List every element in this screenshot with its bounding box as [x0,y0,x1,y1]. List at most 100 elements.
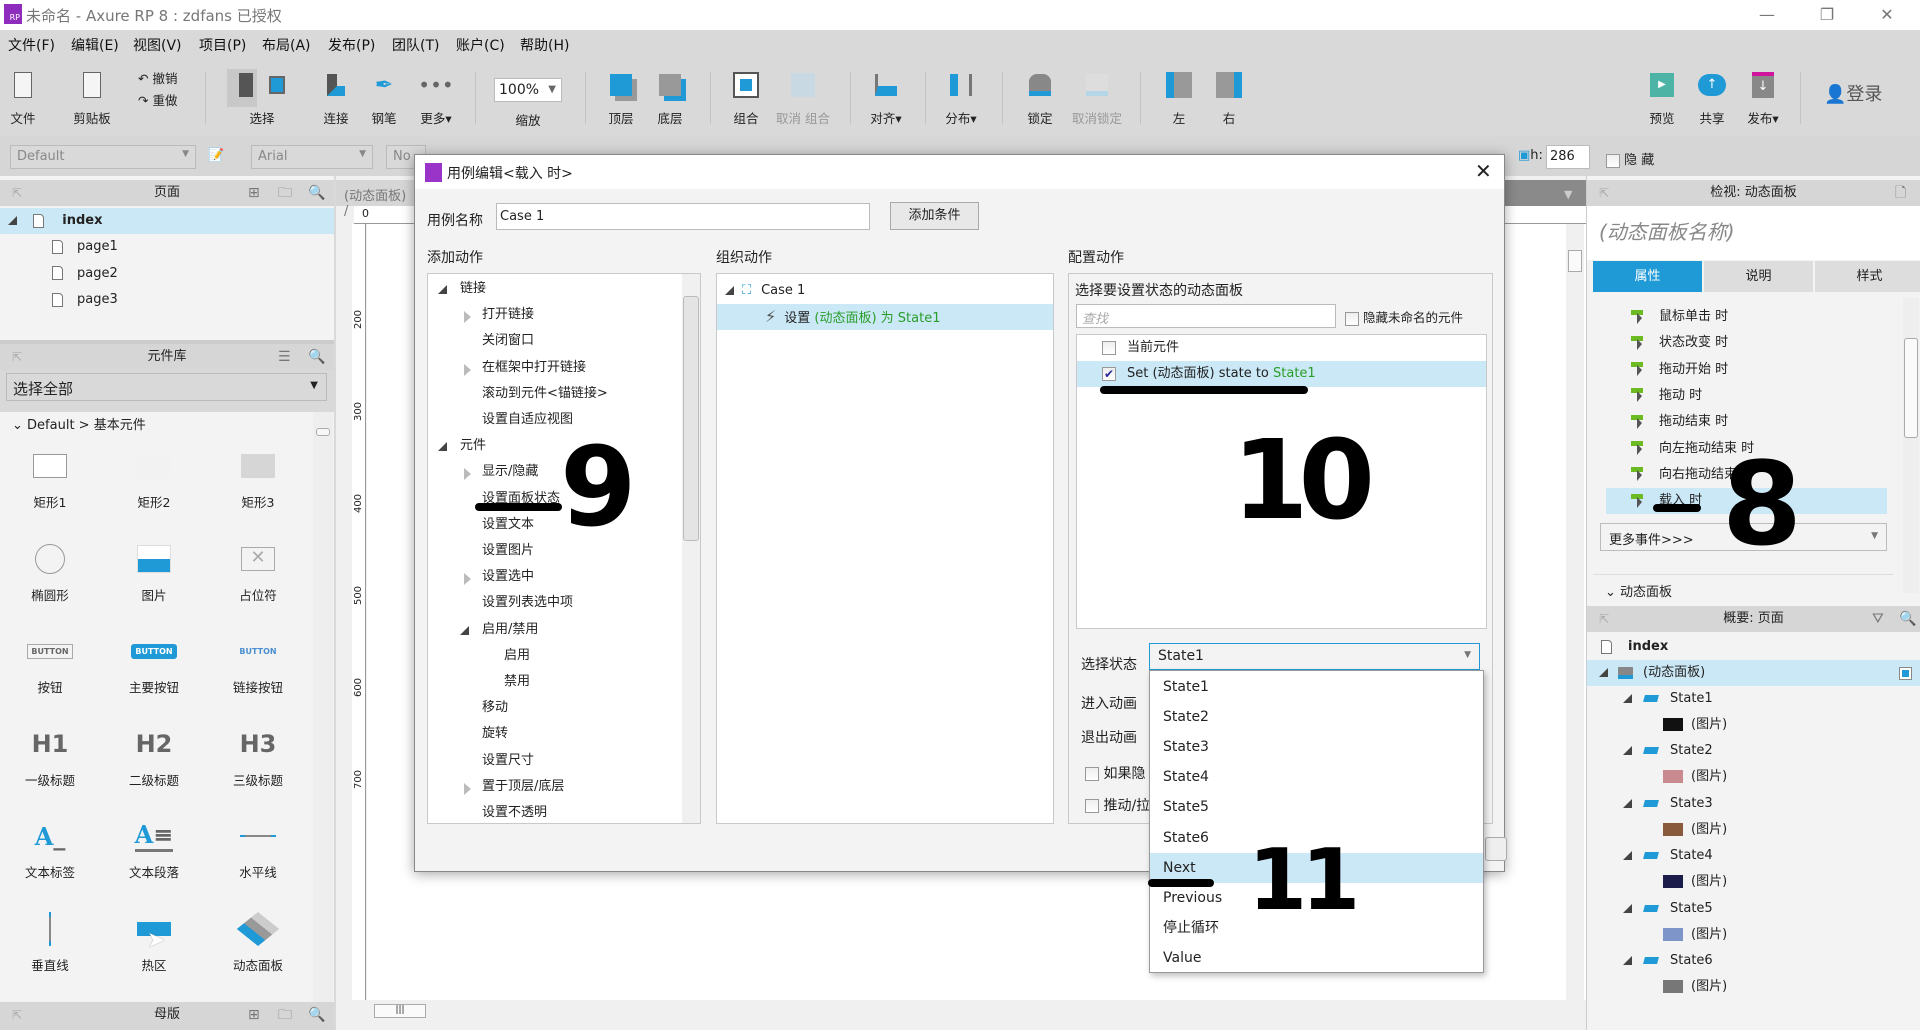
state-option[interactable]: State3 [1150,732,1483,762]
expand-icon[interactable] [464,468,471,481]
hide-unnamed-check[interactable] [1345,311,1359,326]
collapse-icon[interactable] [1623,746,1632,756]
action-item[interactable]: 在框架中打开链接 [428,355,678,381]
action-item[interactable]: 启用 [428,643,678,669]
actions-scrollbar[interactable] [682,274,700,823]
notes-page-icon[interactable]: 🗋 [1895,180,1906,206]
action-item[interactable]: 关闭窗口 [428,328,678,354]
menu-item[interactable]: 帮助(H) [520,35,569,55]
add-page-icon[interactable]: ⊞ [248,180,260,206]
collapse-icon[interactable] [1623,851,1632,861]
outline-page[interactable]: index [1587,634,1920,660]
hidden-checkbox[interactable]: 隐 藏 [1606,149,1654,168]
outline-image[interactable]: (图片) [1587,922,1920,948]
redo-button[interactable]: ↷ 重做 [138,90,177,109]
current-widget-check[interactable] [1102,340,1116,355]
minimize-button[interactable]: — [1745,2,1789,28]
action-item[interactable]: 设置自适应视图 [428,407,678,433]
action-item[interactable]: 设置不透明 [428,800,678,823]
page-item[interactable]: page1 [0,234,334,260]
widget-item[interactable]: ✕ 占位符 [208,539,308,604]
outline-image[interactable]: (图片) [1587,974,1920,1000]
widget-item[interactable]: 矩形1 [0,446,100,511]
canvas-tab[interactable]: (动态面板) / [336,180,416,219]
action-item[interactable]: 打开链接 [428,302,678,328]
widget-item[interactable]: 动态面板 [208,909,308,974]
menu-item[interactable]: 账户(C) [456,35,505,55]
hidden-check[interactable] [1606,153,1620,168]
menu-icon[interactable]: ☰ [278,344,291,370]
pin-icon[interactable]: ⇱ [12,1002,22,1028]
collapse-icon[interactable] [1599,668,1608,677]
align-button[interactable]: 对齐▾ [851,68,921,127]
menu-item[interactable]: 视图(V) [133,35,182,55]
outline-state[interactable]: State2 [1587,738,1920,764]
page-index[interactable]: index [0,208,334,234]
right-panel-button[interactable]: 右 [1194,68,1264,127]
library-select[interactable]: 选择全部 ▼ [6,373,327,401]
add-folder-icon[interactable]: 🗀 [278,180,292,206]
action-item[interactable]: 滚动到元件<锚链接> [428,381,678,407]
widget-item[interactable]: BUTTON 主要按钮 [104,631,204,696]
widget-item[interactable]: 椭圆形 [0,539,100,604]
outline-image[interactable]: (图片) [1587,764,1920,790]
widget-item[interactable]: H2 二级标题 [104,724,204,789]
library-scrollbar[interactable] [313,412,333,1002]
tab-menu-icon[interactable]: ▼ [1564,188,1572,201]
widget-item[interactable]: BUTTON 链接按钮 [208,631,308,696]
set-panel-state-item[interactable]: ✔ Set (动态面板) state to State1 [1077,361,1486,387]
action-item[interactable]: 元件 [428,433,678,459]
collapse-icon[interactable] [8,216,17,225]
action-item[interactable]: 设置列表选中项 [428,590,678,616]
action-item[interactable]: 设置选中 [428,564,678,590]
add-folder-icon[interactable]: 🗀 [278,1002,292,1028]
select-button[interactable]: 选择 [227,68,297,127]
action-item[interactable]: 链接 [428,276,678,302]
outline-image[interactable]: (图片) [1587,817,1920,843]
widget-item[interactable]: H3 三级标题 [208,724,308,789]
expand-icon[interactable] [464,782,471,795]
hide-unnamed-checkbox[interactable]: 隐藏未命名的元件 [1345,307,1463,326]
menu-item[interactable]: 布局(A) [262,35,311,55]
page-item[interactable]: page2 [0,261,334,287]
library-group[interactable]: ⌄ Default > 基本元件 [12,414,146,433]
action-item[interactable]: 禁用 [428,669,678,695]
outline-image[interactable]: (图片) [1587,712,1920,738]
collapse-icon[interactable] [1623,694,1632,703]
send-to-back-button[interactable]: 底层 [635,68,705,127]
widget-name-input[interactable]: (动态面板名称) [1587,206,1920,260]
state-option[interactable]: Value [1150,943,1483,973]
widget-item[interactable]: A_ 文本标签 [0,816,100,881]
more-button[interactable]: ••• 更多▾ [401,68,471,127]
action-item[interactable]: 旋转 [428,721,678,747]
action-item[interactable]: 移动 [428,695,678,721]
ungroup-button[interactable]: 取消 组合 [768,68,838,127]
undo-button[interactable]: ↶ 撤销 [138,68,177,87]
widget-item[interactable]: 矩形3 [208,446,308,511]
inspector-tab[interactable]: 属性 [1593,261,1702,292]
outline-state[interactable]: State5 [1587,896,1920,922]
widget-item[interactable]: 矩形2 [104,446,204,511]
zoom-select[interactable]: 100% ▼ [494,78,562,102]
action-item[interactable]: 设置尺寸 [428,748,678,774]
state-option[interactable]: State4 [1150,762,1483,792]
expand-icon[interactable] [464,573,471,586]
checked-checkbox-icon[interactable]: ✔ [1102,366,1116,381]
close-window-button[interactable]: ✕ [1865,2,1909,28]
canvas-vscrollbar[interactable] [1566,224,1584,1000]
event-item[interactable]: 拖动开始 时 [1606,357,1887,383]
action-item[interactable]: 设置文本 [428,512,678,538]
action-item[interactable]: 显示/隐藏 [428,459,678,485]
publish-button[interactable]: ↓ 发布▾ [1728,68,1798,127]
pin-icon[interactable]: ⇱ [12,344,22,370]
search-icon[interactable]: 🔍 [308,180,325,206]
collapse-icon[interactable] [1623,903,1632,913]
height-input[interactable]: 286 [1546,145,1590,169]
menu-item[interactable]: 编辑(E) [71,35,119,55]
style-select[interactable]: Default ▼ [10,145,196,169]
case-name-input[interactable]: Case 1 [496,203,870,230]
distribute-button[interactable]: 分布▾ [926,68,996,127]
inspector-tab[interactable]: 说明 [1704,261,1813,292]
dialog-close-button[interactable]: ✕ [1475,159,1492,183]
widget-item[interactable]: 水平线 [208,816,308,881]
